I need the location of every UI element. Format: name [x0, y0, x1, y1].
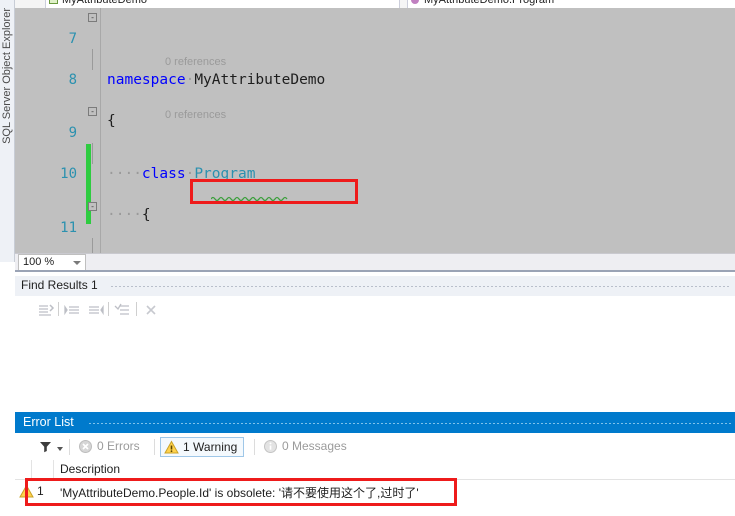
fold-toggle-icon[interactable]: - — [88, 202, 97, 211]
error-list-empty-area — [15, 503, 735, 516]
toolbar-separator — [254, 439, 255, 455]
next-location-icon[interactable] — [85, 301, 105, 319]
titlebar-dotted-fill — [111, 286, 731, 287]
row-number: 1 — [37, 484, 44, 498]
error-list-toolbar: 0 Errors 1 Warning 0 Messages — [15, 433, 735, 460]
code-line: 8 { — [15, 49, 735, 129]
toolbar-separator — [108, 302, 109, 316]
titlebar-dotted-fill — [89, 423, 731, 424]
fold-guide — [92, 143, 93, 164]
method-icon — [411, 0, 419, 4]
line-number: 9 — [68, 124, 77, 141]
error-list-titlebar[interactable]: Error List — [15, 412, 735, 433]
code-line: 12 ········{ — [15, 238, 735, 253]
code-line: 10 ····{ — [15, 143, 735, 223]
code-line: 7 - namespace·MyAttributeDemo — [15, 8, 735, 88]
fold-toggle-icon[interactable]: - — [88, 107, 97, 116]
chevron-down-icon — [73, 261, 81, 265]
message-icon — [263, 439, 278, 454]
line-number: 7 — [68, 30, 77, 47]
zoom-level-label: 100 % — [23, 256, 55, 268]
toolbar-separator — [58, 302, 59, 316]
errors-filter-label: 0 Errors — [97, 439, 140, 453]
previous-location-icon[interactable] — [63, 301, 83, 319]
select-all-icon[interactable] — [113, 301, 133, 319]
find-results-title: Find Results 1 — [21, 278, 98, 292]
line-number: 11 — [60, 219, 77, 236]
error-list-column-headers: Description — [15, 460, 735, 480]
messages-filter-chip[interactable]: 0 Messages — [260, 437, 353, 457]
editor-navigation-bar: MyAttributeDemo MyAttributeDemo.Program — [15, 0, 735, 8]
number-column-header[interactable] — [32, 460, 54, 480]
fold-toggle-icon[interactable]: - — [88, 13, 97, 22]
member-navigation-dropdown[interactable]: MyAttributeDemo.Program — [407, 0, 735, 8]
messages-filter-label: 0 Messages — [282, 439, 347, 453]
member-navigation-label: MyAttributeDemo.Program — [424, 0, 555, 6]
toolbar-separator — [69, 439, 70, 455]
line-number: 10 — [60, 165, 77, 182]
warnings-filter-chip[interactable]: 1 Warning — [160, 437, 245, 457]
warnings-filter-label: 1 Warning — [183, 440, 238, 454]
type-navigation-dropdown[interactable]: MyAttributeDemo — [45, 0, 400, 8]
find-results-toolbar — [15, 298, 735, 322]
line-number: 8 — [68, 71, 77, 88]
editor-status-row: 100 % — [15, 253, 735, 271]
zoom-level-dropdown[interactable]: 100 % — [18, 254, 86, 271]
row-description: 'MyAttributeDemo.People.Id' is obsolete:… — [60, 486, 419, 500]
table-row[interactable]: 1 'MyAttributeDemo.People.Id' is obsolet… — [15, 481, 735, 503]
codelens-references[interactable]: 0 references — [165, 109, 226, 121]
filter-icon[interactable] — [39, 440, 52, 456]
error-list-title: Error List — [23, 415, 74, 429]
visual-studio-window: SQL Server Object Explorer MyAttributeDe… — [0, 0, 735, 516]
code-editor[interactable]: 7 - namespace·MyAttributeDemo 8 { 0 refe… — [15, 8, 735, 253]
code-line: 9 - ····class·Program — [15, 102, 735, 182]
sql-server-object-explorer-tab[interactable]: SQL Server Object Explorer — [0, 0, 15, 262]
toolbar-separator — [136, 302, 137, 316]
error-icon — [78, 439, 93, 454]
namespace-icon — [49, 0, 58, 4]
chevron-down-icon[interactable] — [57, 447, 63, 451]
error-list-panel: Error List 0 Errors 1 Warning 0 Messages… — [15, 412, 735, 516]
icon-column-header[interactable] — [15, 460, 32, 480]
clear-results-icon[interactable] — [141, 301, 161, 319]
go-to-location-icon[interactable] — [35, 301, 55, 319]
codelens-references[interactable]: 0 references — [165, 56, 226, 68]
find-results-output[interactable] — [15, 322, 735, 414]
description-column-header[interactable]: Description — [60, 462, 120, 476]
find-results-titlebar[interactable]: Find Results 1 — [15, 276, 735, 296]
warning-icon — [164, 440, 179, 455]
fold-guide — [92, 49, 93, 70]
code-line: 11 - ········static·void·Main(string[]·a… — [15, 197, 735, 236]
type-navigation-label: MyAttributeDemo — [62, 0, 147, 6]
sql-server-object-explorer-label: SQL Server Object Explorer — [1, 8, 13, 144]
fold-guide — [92, 238, 93, 253]
warning-icon — [19, 484, 34, 499]
left-rail-filler — [0, 262, 15, 516]
errors-filter-chip[interactable]: 0 Errors — [75, 437, 146, 457]
toolbar-separator — [154, 439, 155, 455]
find-results-panel: Find Results 1 — [15, 270, 735, 414]
